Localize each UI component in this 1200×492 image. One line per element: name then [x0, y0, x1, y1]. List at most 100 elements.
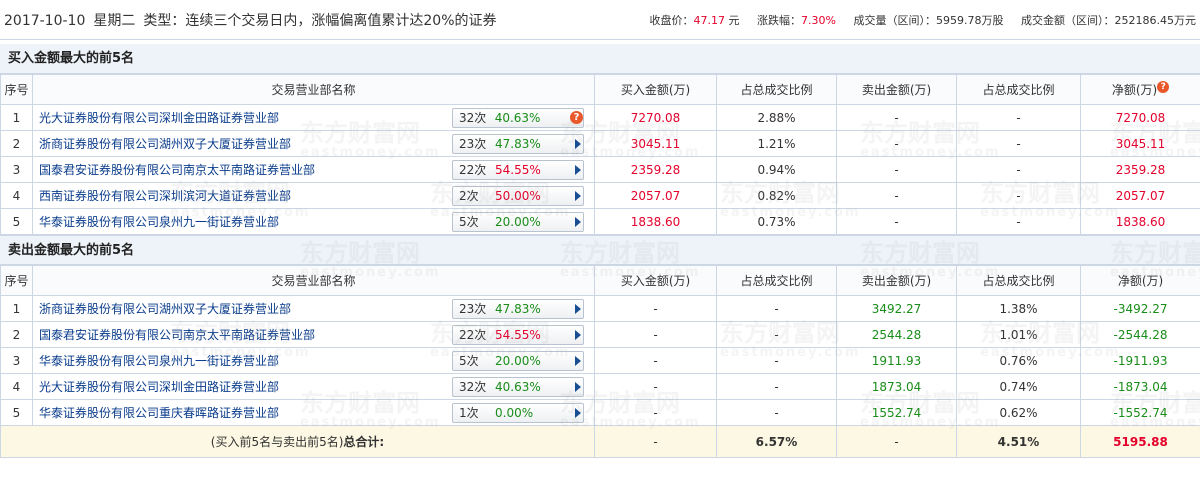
- row-net: -1911.93: [1080, 347, 1200, 374]
- row-sell-ratio: -: [956, 130, 1081, 157]
- amount-value: 252186.45万元: [1114, 13, 1197, 27]
- dept-stats-button[interactable]: 22次 54.55%: [452, 159, 584, 180]
- appearance-count: 2次: [459, 189, 479, 203]
- arrow-right-icon[interactable]: [575, 381, 581, 392]
- change-label: 涨跌幅：: [757, 13, 802, 27]
- total-buy: -: [594, 425, 717, 458]
- arrow-right-icon[interactable]: [575, 355, 581, 366]
- dept-stats-button[interactable]: 23次 47.83%: [452, 298, 584, 319]
- row-buy: 2057.07: [594, 182, 717, 209]
- row-dept-cell: 浙商证券股份有限公司湖州双子大厦证券营业部 23次 47.83%: [32, 130, 595, 157]
- table-row: 4 西南证券股份有限公司深圳滨河大道证券营业部 2次 50.00% 2057.07 0.8…: [0, 182, 1200, 209]
- dept-link[interactable]: 西南证券股份有限公司深圳滨河大道证券营业部: [39, 187, 291, 204]
- table-row: 5 华泰证券股份有限公司重庆春晖路证券营业部 1次 0.00% - -1552.74 0.6…: [0, 399, 1200, 426]
- arrow-right-icon[interactable]: [575, 190, 581, 201]
- row-seq: 3: [0, 156, 33, 183]
- buy-table: 序号 交易营业部名称 买入金额(万) 占总成交比例 卖出金额(万) 占总成交比例…: [0, 74, 1200, 235]
- dept-link[interactable]: 国泰君安证券股份有限公司南京太平南路证券营业部: [39, 161, 315, 178]
- dept-stats-button[interactable]: 5次 20.00%: [452, 211, 584, 232]
- row-buy-ratio: 2.88%: [716, 104, 837, 131]
- arrow-right-icon[interactable]: [575, 303, 581, 314]
- row-buy: -: [594, 399, 717, 426]
- row-seq: 3: [0, 347, 33, 374]
- total-net: 5195.88: [1080, 425, 1200, 458]
- dept-link[interactable]: 华泰证券股份有限公司重庆春晖路证券营业部: [39, 404, 279, 421]
- total-label: (买入前5名与卖出前5名)总合计:: [0, 425, 595, 458]
- list-type: 类型：连续三个交易日内，涨幅偏离值累计达20%的证券: [143, 12, 497, 29]
- weekday: 星期二: [93, 12, 136, 29]
- arrow-right-icon[interactable]: [575, 216, 581, 227]
- win-rate: 54.55%: [495, 162, 541, 177]
- row-buy-ratio: -: [716, 321, 837, 348]
- win-rate: 50.00%: [495, 188, 541, 203]
- appearance-count: 22次: [459, 328, 487, 342]
- sell-section-title: 卖出金额最大的前5名: [0, 235, 1200, 265]
- row-sell: -: [836, 130, 957, 157]
- amount-label: 成交金额（区间）：: [1021, 13, 1115, 27]
- question-icon[interactable]: ?: [1157, 81, 1170, 93]
- dept-stats-button[interactable]: 5次 20.00%: [452, 350, 584, 371]
- col-sell-ratio: 占总成交比例: [956, 265, 1081, 296]
- row-seq: 1: [0, 295, 33, 322]
- arrow-right-icon[interactable]: [575, 329, 581, 340]
- row-net: -3492.27: [1080, 295, 1200, 322]
- buy-section-title: 买入金额最大的前5名: [0, 44, 1200, 74]
- row-net: 1838.60: [1080, 208, 1200, 235]
- volume-label: 成交量（区间）：: [853, 13, 937, 27]
- buy-table-header: 序号 交易营业部名称 买入金额(万) 占总成交比例 卖出金额(万) 占总成交比例…: [0, 74, 1200, 105]
- dept-link[interactable]: 浙商证券股份有限公司湖州双子大厦证券营业部: [39, 300, 291, 317]
- win-rate: 40.63%: [494, 110, 541, 125]
- row-net: -1552.74: [1080, 399, 1200, 426]
- total-sell: -: [836, 425, 957, 458]
- col-net-label: 净额(万): [1111, 83, 1158, 97]
- row-sell-ratio: 1.01%: [956, 321, 1081, 348]
- row-buy: -: [594, 295, 717, 322]
- dept-link[interactable]: 浙商证券股份有限公司湖州双子大厦证券营业部: [39, 135, 291, 152]
- win-rate: 54.55%: [495, 327, 541, 342]
- dept-link[interactable]: 华泰证券股份有限公司泉州九一街证券营业部: [39, 213, 279, 230]
- col-net: 净额(万): [1080, 265, 1200, 296]
- col-sell-ratio: 占总成交比例: [956, 74, 1081, 105]
- col-buy-ratio: 占总成交比例: [716, 74, 837, 105]
- row-buy: 1838.60: [594, 208, 717, 235]
- appearance-count: 23次: [459, 137, 487, 151]
- dept-stats-button[interactable]: 32次 40.63%?: [452, 107, 584, 128]
- row-sell: 2544.28: [836, 321, 957, 348]
- row-dept-cell: 西南证券股份有限公司深圳滨河大道证券营业部 2次 50.00%: [32, 182, 595, 209]
- row-dept-cell: 华泰证券股份有限公司泉州九一街证券营业部 5次 20.00%: [32, 347, 595, 374]
- dept-link[interactable]: 光大证券股份有限公司深圳金田路证券营业部: [39, 109, 279, 126]
- arrow-right-icon[interactable]: [575, 407, 581, 418]
- appearance-count: 5次: [459, 215, 479, 229]
- dept-stats-button[interactable]: 22次 54.55%: [452, 324, 584, 345]
- dept-stats-button[interactable]: 2次 50.00%: [452, 185, 584, 206]
- arrow-right-icon[interactable]: [575, 138, 581, 149]
- sell-table: 序号 交易营业部名称 买入金额(万) 占总成交比例 卖出金额(万) 占总成交比例…: [0, 265, 1200, 458]
- dept-link[interactable]: 光大证券股份有限公司深圳金田路证券营业部: [39, 378, 279, 395]
- dept-stats-button[interactable]: 32次 40.63%: [452, 376, 584, 397]
- header-bar: 2017-10-10 星期二 类型：连续三个交易日内，涨幅偏离值累计达20%的证券 …: [0, 0, 1200, 40]
- dept-link[interactable]: 华泰证券股份有限公司泉州九一街证券营业部: [39, 352, 279, 369]
- arrow-right-icon[interactable]: [575, 164, 581, 175]
- row-buy: 2359.28: [594, 156, 717, 183]
- col-sell: 卖出金额(万): [836, 74, 957, 105]
- row-buy-ratio: -: [716, 347, 837, 374]
- col-net[interactable]: 净额(万)?: [1080, 74, 1200, 105]
- row-buy-ratio: 0.82%: [716, 182, 837, 209]
- row-dept-cell: 光大证券股份有限公司深圳金田路证券营业部 32次 40.63%: [32, 373, 595, 400]
- row-net: 2057.07: [1080, 182, 1200, 209]
- volume-value: 5959.78万股: [936, 13, 1004, 27]
- row-dept-cell: 华泰证券股份有限公司重庆春晖路证券营业部 1次 0.00%: [32, 399, 595, 426]
- table-row: 4 光大证券股份有限公司深圳金田路证券营业部 32次 40.63% - -1873.04 0…: [0, 373, 1200, 400]
- table-row: 1 浙商证券股份有限公司湖州双子大厦证券营业部 23次 47.83% - -3492.27…: [0, 295, 1200, 322]
- col-sell: 卖出金额(万): [836, 265, 957, 296]
- row-seq: 2: [0, 130, 33, 157]
- appearance-count: 32次: [459, 380, 487, 394]
- close-label: 收盘价：: [649, 13, 694, 27]
- col-seq: 序号: [0, 265, 33, 296]
- dept-stats-button[interactable]: 23次 47.83%: [452, 133, 584, 154]
- question-icon[interactable]: ?: [570, 111, 584, 124]
- dept-link[interactable]: 国泰君安证券股份有限公司南京太平南路证券营业部: [39, 326, 315, 343]
- dept-stats-button[interactable]: 1次 0.00%: [452, 402, 584, 423]
- table-row: 2 国泰君安证券股份有限公司南京太平南路证券营业部 22次 54.55% - -2544.…: [0, 321, 1200, 348]
- row-dept-cell: 光大证券股份有限公司深圳金田路证券营业部 32次 40.63%?: [32, 104, 595, 131]
